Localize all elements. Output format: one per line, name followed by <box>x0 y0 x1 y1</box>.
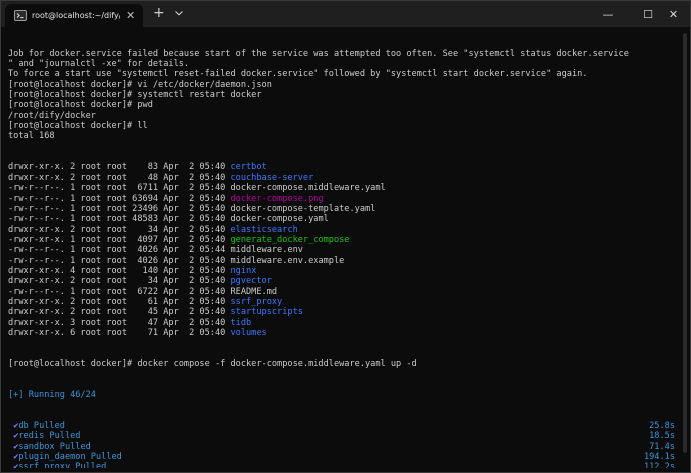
listing-row: -rw-r--r--. 1 root root 6711 Apr 2 05:40… <box>8 183 678 193</box>
listing-row: drwxr-xr-x. 3 root root 47 Apr 2 05:40 t… <box>8 318 678 328</box>
listing-row: -rw-r--r--. 1 root root 6722 Apr 2 05:40… <box>8 287 678 297</box>
listing-row: -rw-r--r--. 1 root root 4026 Apr 2 05:44… <box>8 245 678 255</box>
pull-service-name: sandbox Pulled <box>18 441 91 452</box>
listing-row: drwxr-xr-x. 4 root root 140 Apr 2 05:40 … <box>8 266 678 276</box>
listing-row: drwxr-xr-x. 2 root root 83 Apr 2 05:40 c… <box>8 162 678 172</box>
title-bar: root@localhost:~/dify/docker ✕ + — ☐ ✕ <box>1 1 690 27</box>
file-meta: drwxr-xr-x. 2 root root 34 Apr 2 05:40 <box>8 224 231 235</box>
terminal-output[interactable]: Job for docker.service failed because st… <box>8 28 678 468</box>
file-meta: -rw-r--r--. 1 root root 48583 Apr 2 05:4… <box>8 214 231 225</box>
file-name: middleware.env <box>230 245 303 256</box>
file-name: ssrf_proxy <box>230 296 283 307</box>
file-name: docker-compose-template.yaml <box>230 203 376 214</box>
output-line: [root@localhost docker]# vi /etc/docker/… <box>8 79 272 90</box>
file-meta: drwxr-xr-x. 6 root root 71 Apr 2 05:40 <box>8 327 231 338</box>
file-meta: drwxr-xr-x. 3 root root 47 Apr 2 05:40 <box>8 317 231 328</box>
pull-status-row: ✔ssrf_proxy Pulled 112.2s <box>8 462 678 468</box>
file-name: nginx <box>230 265 257 276</box>
file-meta: drwxr-xr-x. 4 root root 140 Apr 2 05:40 <box>8 265 231 276</box>
file-name: volumes <box>230 327 267 338</box>
file-name: elasticsearch <box>230 224 298 235</box>
output-line: To force a start use "systemctl reset-fa… <box>8 69 588 80</box>
pull-status-row: ✔sandbox Pulled 71.4s <box>8 442 678 452</box>
output-line: /root/dify/docker <box>8 110 96 121</box>
output-line: [root@localhost docker]# ll <box>8 121 148 132</box>
terminal-icon <box>13 10 27 22</box>
file-meta: -rw-r--r--. 1 root root 63694 Apr 2 05:4… <box>8 193 231 204</box>
close-tab-icon[interactable]: ✕ <box>126 9 135 22</box>
listing-row: -rw-r--r--. 1 root root 48583 Apr 2 05:4… <box>8 214 678 224</box>
tab-title: root@localhost:~/dify/docker <box>32 11 120 20</box>
file-meta: drwxr-xr-x. 2 root root 83 Apr 2 05:40 <box>8 162 231 173</box>
file-meta: drwxr-xr-x. 2 root root 48 Apr 2 05:40 <box>8 172 231 183</box>
listing-row: drwxr-xr-x. 2 root root 34 Apr 2 05:40 e… <box>8 225 678 235</box>
terminal-tab[interactable]: root@localhost:~/dify/docker ✕ <box>5 4 143 27</box>
listing-row: -rw-r--r--. 1 root root 23496 Apr 2 05:4… <box>8 204 678 214</box>
listing-row: -rw-r--r--. 1 root root 63694 Apr 2 05:4… <box>8 194 678 204</box>
pull-service-name: redis Pulled <box>18 431 81 442</box>
pull-duration: 18.5s <box>649 431 675 442</box>
file-name: README.md <box>230 286 278 297</box>
compose-command-line: [root@localhost docker]# docker compose … <box>8 359 417 369</box>
pull-service-name: plugin_daemon Pulled <box>18 452 122 463</box>
output-line: total 168 <box>8 131 55 142</box>
file-name: generate_docker_compose <box>230 234 350 245</box>
file-meta: drwxr-xr-x. 2 root root 45 Apr 2 05:40 <box>8 307 231 318</box>
listing-row: drwxr-xr-x. 6 root root 71 Apr 2 05:40 v… <box>8 328 678 338</box>
listing-row: drwxr-xr-x. 2 root root 45 Apr 2 05:40 s… <box>8 307 678 317</box>
file-name: certbot <box>230 162 267 173</box>
listing-row: drwxr-xr-x. 2 root root 48 Apr 2 05:40 c… <box>8 173 678 183</box>
file-name: pgvector <box>230 276 272 287</box>
pull-duration: 25.8s <box>649 421 675 432</box>
file-name: docker-compose.middleware.yaml <box>230 183 386 194</box>
pull-status-row: ✔redis Pulled 18.5s <box>8 431 678 441</box>
pull-duration: 194.1s <box>643 452 675 463</box>
output-line: [root@localhost docker]# pwd <box>8 100 153 111</box>
output-line: [root@localhost docker]# systemctl resta… <box>8 90 262 101</box>
file-meta: drwxr-xr-x. 2 root root 34 Apr 2 05:40 <box>8 276 231 287</box>
output-line: " and "journalctl -xe" for details. <box>8 59 190 70</box>
file-name: middleware.env.example <box>230 255 345 266</box>
pull-status-row: ✔db Pulled 25.8s <box>8 421 678 431</box>
listing-row: -rwxr-xr-x. 1 root root 4097 Apr 2 05:40… <box>8 235 678 245</box>
pull-service-name: ssrf_proxy Pulled <box>18 462 107 468</box>
terminal-window: root@localhost:~/dify/docker ✕ + — ☐ ✕ J… <box>0 0 691 473</box>
pull-duration: 71.4s <box>649 441 675 452</box>
file-meta: -rw-r--r--. 1 root root 6711 Apr 2 05:40 <box>8 183 231 194</box>
file-meta: -rw-r--r--. 1 root root 4026 Apr 2 05:44 <box>8 245 231 256</box>
file-name: startupscripts <box>230 307 303 318</box>
new-tab-button[interactable]: + <box>153 5 165 21</box>
file-meta: -rwxr-xr-x. 1 root root 4097 Apr 2 05:40 <box>8 234 231 245</box>
scrollbar[interactable] <box>683 31 687 461</box>
file-name: tidb <box>230 317 252 328</box>
pull-status-row: ✔plugin_daemon Pulled 194.1s <box>8 452 678 462</box>
listing-row: -rw-r--r--. 1 root root 4026 Apr 2 05:40… <box>8 256 678 266</box>
file-name: docker-compose.png <box>230 193 324 204</box>
file-name: couchbase-server <box>230 172 314 183</box>
chevron-down-icon[interactable] <box>173 7 185 19</box>
running-status-line: [+] Running 46/24 <box>8 390 96 401</box>
pull-duration: 112.2s <box>643 462 675 468</box>
file-name: docker-compose.yaml <box>230 214 329 225</box>
minimize-button[interactable]: — <box>588 1 628 27</box>
listing-row: drwxr-xr-x. 2 root root 61 Apr 2 05:40 s… <box>8 297 678 307</box>
listing-row: drwxr-xr-x. 2 root root 34 Apr 2 05:40 p… <box>8 276 678 286</box>
file-meta: -rw-r--r--. 1 root root 4026 Apr 2 05:40 <box>8 255 231 266</box>
output-line: Job for docker.service failed because st… <box>8 48 629 59</box>
file-meta: -rw-r--r--. 1 root root 6722 Apr 2 05:40 <box>8 286 231 297</box>
pull-service-name: db Pulled <box>18 421 65 432</box>
scrollbar-thumb[interactable] <box>683 33 687 453</box>
file-meta: drwxr-xr-x. 2 root root 61 Apr 2 05:40 <box>8 296 231 307</box>
file-meta: -rw-r--r--. 1 root root 23496 Apr 2 05:4… <box>8 203 231 214</box>
close-window-button[interactable]: ✕ <box>657 1 690 27</box>
